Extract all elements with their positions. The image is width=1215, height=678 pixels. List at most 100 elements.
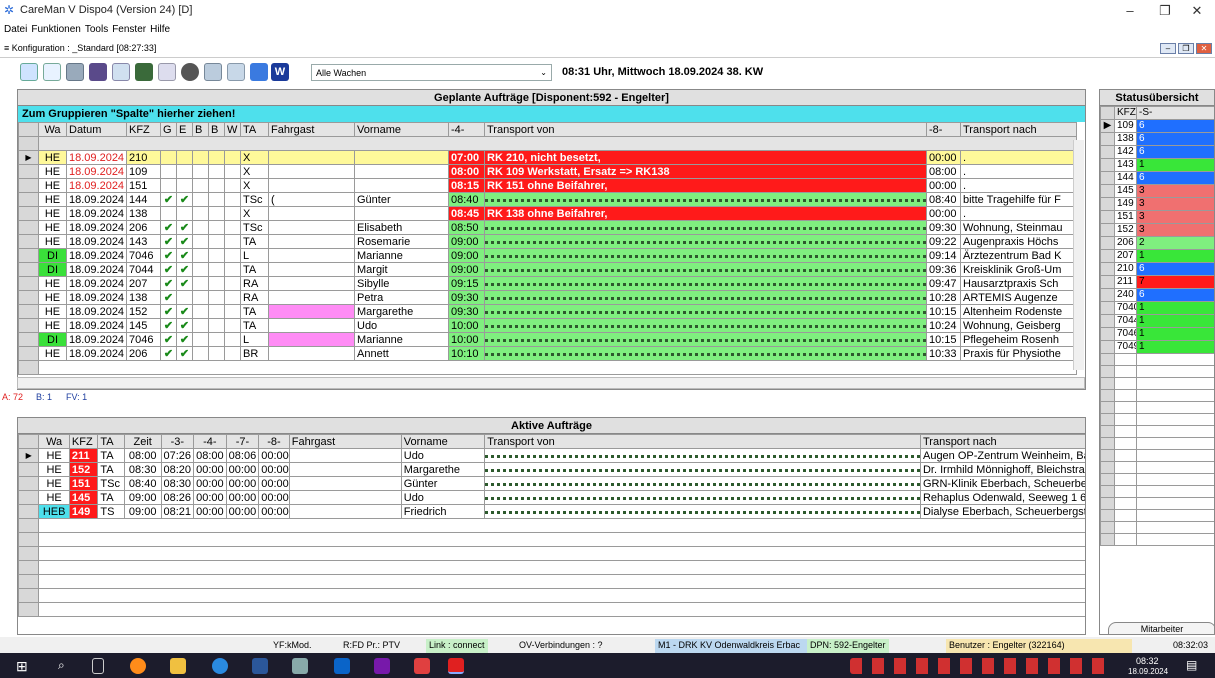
status-row[interactable]: 145 3 (1100, 184, 1214, 198)
status-row[interactable]: 70461 (1100, 327, 1214, 341)
col-header-kfz[interactable]: KFZ (1114, 106, 1137, 120)
planned-row[interactable]: HE 18.09.2024 145 ✔ ✔ TA Udo 10:00 10:24 Wohnung,… (18, 318, 1077, 333)
status-row[interactable]: 152 3 (1100, 223, 1214, 237)
col-header-t4[interactable]: -4- (193, 434, 227, 449)
status-row[interactable]: 70491 (1100, 340, 1214, 354)
col-header-ta[interactable]: TA (97, 434, 125, 449)
wachen-select[interactable]: Alle Wachen ⌄ (311, 64, 552, 81)
col-header-t3[interactable]: -3- (160, 434, 195, 449)
planned-row[interactable]: HE 18.09.2024 151 X 08:15 RK 151 ohne Beifahr… (18, 178, 1077, 193)
planned-row[interactable]: HE 18.09.2024 207 ✔ ✔ RA Sibylle 09:15 09:47 Haus… (18, 276, 1077, 291)
active-row[interactable]: HE 151 TSc 08:40 08:30 00:00 00:00 00:00 Günter G… (18, 476, 1085, 491)
horizontal-scrollbar[interactable] (17, 377, 1085, 389)
minimize-button[interactable]: – (1115, 2, 1145, 20)
active-row[interactable]: HEB 149 TS 09:00 08:21 00:00 00:00 00:00 Friedri… (18, 504, 1085, 519)
col-header-kfz[interactable]: KFZ (68, 434, 99, 449)
menu-fenster[interactable]: Fenster (112, 22, 146, 38)
col-header-s[interactable]: -S- (1136, 106, 1214, 120)
copy-icon[interactable] (66, 63, 84, 81)
status-row[interactable]: 210 6 (1100, 262, 1214, 276)
col-header-transport-nach[interactable]: Transport nach (960, 122, 1077, 137)
menu-datei[interactable]: Datei (4, 22, 27, 38)
status-row[interactable]: 144 6 (1100, 171, 1214, 185)
status-row[interactable]: 211 7 (1100, 275, 1214, 289)
active-row[interactable]: HE 152 TA 08:30 08:20 00:00 00:00 00:00 Margaret… (18, 462, 1085, 477)
col-header-zeit[interactable]: Zeit (123, 434, 162, 449)
status-row[interactable]: 240 6 (1100, 288, 1214, 302)
planned-row[interactable]: HE 18.09.2024 206 ✔ ✔ TSc Elisabeth 08:50 09:30 W… (18, 220, 1077, 235)
planned-row[interactable]: HE 18.09.2024 206 ✔ ✔ BR Annett 10:10 10:33 Praxi… (18, 346, 1077, 361)
status-row[interactable]: ▶ 109 6 (1100, 119, 1214, 133)
col-header-w[interactable]: W (224, 122, 241, 137)
filter-cell[interactable] (38, 136, 1077, 151)
planned-row[interactable]: HE 18.09.2024 144 ✔ ✔ TSc(Günter 08:40 08:40 bit… (18, 192, 1077, 207)
col-header-t4[interactable]: -4- (448, 122, 485, 137)
chrome-icon[interactable] (212, 658, 228, 674)
list-icon[interactable] (250, 63, 268, 81)
close-button[interactable]: ✕ (1182, 2, 1212, 20)
group-by-area[interactable]: Zum Gruppieren "Spalte" hierher ziehen! (18, 106, 1085, 122)
filter-row[interactable] (18, 136, 1077, 151)
calendar-icon[interactable] (158, 63, 176, 81)
word-task-icon[interactable] (252, 658, 268, 674)
col-header-g[interactable]: G (160, 122, 177, 137)
col-header-wa[interactable]: Wa (38, 434, 70, 449)
maximize-button[interactable]: ❐ (1150, 2, 1180, 20)
col-header-transport-von[interactable]: Transport von (484, 434, 921, 449)
phone-icon[interactable] (112, 63, 130, 81)
status-row[interactable]: 138 6 (1100, 132, 1214, 146)
mdi-minimize-button[interactable]: – (1160, 43, 1176, 54)
notepad-icon[interactable] (292, 658, 308, 674)
mdi-restore-button[interactable]: ❐ (1178, 43, 1194, 54)
mdi-close-button[interactable]: ✕ (1196, 43, 1212, 54)
menu-funktionen[interactable]: Funktionen (31, 22, 80, 38)
trash-icon[interactable] (181, 63, 199, 81)
windows-start-icon[interactable]: ⊞ (16, 658, 32, 674)
status-row[interactable]: 206 2 (1100, 236, 1214, 250)
planned-row[interactable]: ▶ HE 18.09.2024 210 X 07:00 RK 210, nicht bese… (18, 150, 1077, 165)
col-header-b1[interactable]: B (192, 122, 209, 137)
col-header-ta[interactable]: TA (240, 122, 269, 137)
firefox-icon[interactable] (130, 658, 146, 674)
careman-active-icon[interactable] (448, 658, 464, 674)
col-header-fahrgast[interactable]: Fahrgast (288, 434, 402, 449)
people-icon[interactable] (204, 63, 222, 81)
status-row[interactable]: 143 1 (1100, 158, 1214, 172)
col-header-fahrgast[interactable]: Fahrgast (268, 122, 355, 137)
planned-row[interactable]: HE 18.09.2024 138 ✔ RA Petra 09:30 10:28 ARTEMIS… (18, 290, 1077, 305)
onenote-icon[interactable] (374, 658, 390, 674)
vehicle-icon[interactable] (135, 63, 153, 81)
planned-row[interactable]: HE 18.09.2024 152 ✔ ✔ TA Margarethe 09:30 10:15 A… (18, 304, 1077, 319)
planned-row[interactable]: DI 18.09.2024 7046 ✔ ✔ L Marianne 10:00 10:15 Pfl… (18, 332, 1077, 347)
menu-hilfe[interactable]: Hilfe (150, 22, 170, 38)
edit-icon[interactable] (43, 63, 61, 81)
col-header-b2[interactable]: B (208, 122, 225, 137)
col-header-transport-von[interactable]: Transport von (484, 122, 927, 137)
col-header-transport-nach[interactable]: Transport nach (919, 434, 1085, 449)
outlook-icon[interactable] (334, 658, 350, 674)
col-header-t8[interactable]: -8- (258, 434, 290, 449)
col-header-vorname[interactable]: Vorname (354, 122, 449, 137)
transfer-icon[interactable] (227, 63, 245, 81)
status-row[interactable]: 142 6 (1100, 145, 1214, 159)
status-row[interactable]: 149 3 (1100, 197, 1214, 211)
col-header-t7[interactable]: -7- (225, 434, 260, 449)
task-view-icon[interactable] (92, 658, 104, 674)
col-header-t8[interactable]: -8- (926, 122, 961, 137)
active-row[interactable]: ▶ HE 211 TA 08:00 07:26 08:00 08:06 00:00 Udo Auge… (18, 448, 1085, 463)
tab-mitarbeiter[interactable]: Mitarbeiter (1108, 622, 1214, 634)
system-tray-icons[interactable] (850, 658, 1110, 674)
col-header-datum[interactable]: Datum (66, 122, 127, 137)
col-header-wa[interactable]: Wa (38, 122, 67, 137)
status-row[interactable]: 207 1 (1100, 249, 1214, 263)
search-icon[interactable]: ⌕ (58, 658, 74, 674)
planned-row[interactable]: DI 18.09.2024 7044 ✔ ✔ TA Margit 09:00 09:36 Krei… (18, 262, 1077, 277)
planned-row[interactable]: HE 18.09.2024 109 X 08:00 RK 109 Werkstatt, E… (18, 164, 1077, 179)
col-header-e[interactable]: E (176, 122, 193, 137)
planned-row[interactable]: HE 18.09.2024 143 ✔ ✔ TA Rosemarie 09:00 09:22 Au… (18, 234, 1077, 249)
status-row[interactable]: 151 3 (1100, 210, 1214, 224)
planned-row[interactable]: DI 18.09.2024 7046 ✔ ✔ L Marianne 09:00 09:14 Ärz… (18, 248, 1077, 263)
menu-tools[interactable]: Tools (85, 22, 108, 38)
planned-row[interactable]: HE 18.09.2024 138 X 08:45 RK 138 ohne Beifahr… (18, 206, 1077, 221)
col-header-kfz[interactable]: KFZ (126, 122, 161, 137)
